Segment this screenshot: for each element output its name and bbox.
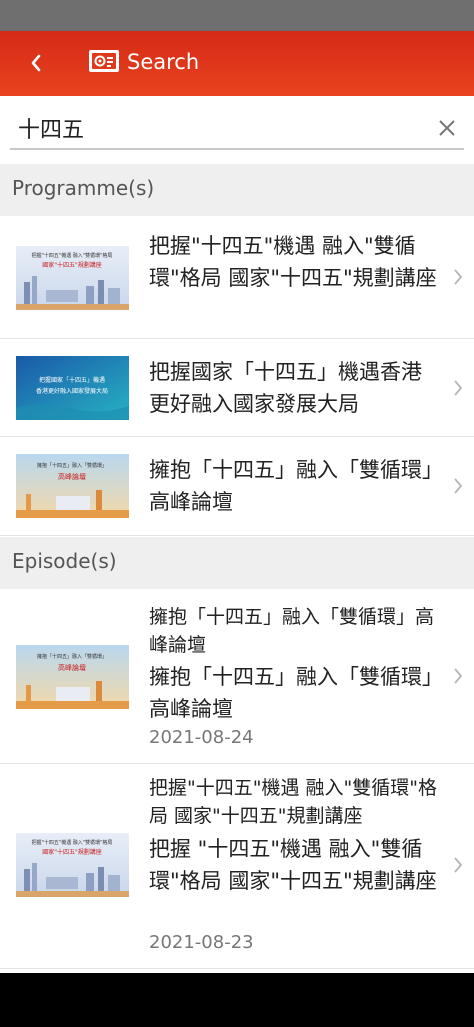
section-label: Episode(s) [12,549,117,573]
thumb-text: 把握國家「十四五」機遇 [39,376,105,384]
section-label: Programme(s) [12,176,155,200]
close-icon[interactable] [434,115,460,141]
chevron-right-icon [454,857,463,873]
thumb-text: 把握"十四五"機遇 融入"雙循環"格局 [32,839,113,846]
tv-logo-icon [89,50,119,72]
app-bar: Search [0,31,474,96]
program-title: 擁抱「十四五」融入「雙循環」高峰論壇 [149,458,433,514]
episode-thumbnail: 擁抱「十四五」融入「雙循環」 高峰論壇 [16,645,129,709]
section-header-programmes: Programme(s) [0,164,474,216]
thumb-text: 國家"十四五"規劃講座 [42,261,102,269]
program-thumbnail: 把握"十四五"機遇 融入"雙循環"格局 國家"十四五"規劃講座 [16,246,129,310]
thumb-text: 國家"十四五"規劃講座 [42,848,102,856]
thumb-text: 擁抱「十四五」融入「雙循環」 [37,462,107,469]
status-bar [0,0,474,31]
program-thumbnail: 擁抱「十四五」融入「雙循環」 高峰論壇 [16,454,129,518]
program-title: 把握"十四五"機遇 融入"雙循環"格局 國家"十四五"規劃講座 [149,234,437,290]
search-input[interactable] [18,112,418,144]
episode-program-name: 把握"十四五"機遇 融入"雙循環"格局 國家"十四五"規劃講座 [149,777,437,827]
chevron-right-icon [454,478,463,494]
thumb-text: 高峰論壇 [58,472,86,481]
program-title: 把握國家「十四五」機遇香港更好融入國家發展大局 [149,360,422,416]
episode-date: 2021-08-24 [149,727,254,748]
list-item[interactable]: 擁抱「十四五」融入「雙循環」 高峰論壇 擁抱「十四五」融入「雙循環」高峰論壇 擁… [0,589,474,764]
list-item[interactable]: 擁抱「十四五」融入「雙循環」 高峰論壇 擁抱「十四五」融入「雙循環」高峰論壇 [0,437,474,536]
chevron-right-icon [454,380,463,396]
episode-title: 把握 "十四五"機遇 融入"雙循環"格局 國家"十四五"規劃講座 [149,837,437,893]
back-button[interactable] [18,45,54,81]
page-title: Search [127,50,200,74]
episode-title: 擁抱「十四五」融入「雙循環」高峰論壇 [149,665,433,721]
list-item[interactable]: 把握"十四五"機遇 融入"雙循環"格局 國家"十四五"規劃講座 把握"十四五"機… [0,216,474,339]
episode-date: 2021-08-23 [149,932,254,953]
chevron-right-icon [454,668,463,684]
list-item[interactable]: 把握國家「十四五」機遇 香港更好融入國家發展大局 把握國家「十四五」機遇香港更好… [0,339,474,437]
system-navigation-bar [0,973,474,1027]
search-bar [10,106,464,150]
chevron-left-icon [31,54,41,72]
episode-program-name: 擁抱「十四五」融入「雙循環」高峰論壇 [149,606,435,656]
program-thumbnail: 把握國家「十四五」機遇 香港更好融入國家發展大局 [16,356,129,420]
thumb-text: 把握"十四五"機遇 融入"雙循環"格局 [32,252,113,259]
chevron-right-icon [454,269,463,285]
list-item[interactable]: 把握"十四五"機遇 融入"雙循環"格局 國家"十四五"規劃講座 把握"十四五"機… [0,764,474,969]
episode-thumbnail: 把握"十四五"機遇 融入"雙循環"格局 國家"十四五"規劃講座 [16,833,129,897]
thumb-text: 香港更好融入國家發展大局 [36,387,108,395]
thumb-text: 擁抱「十四五」融入「雙循環」 [37,653,107,660]
thumb-text: 高峰論壇 [58,663,86,672]
section-header-episodes: Episode(s) [0,537,474,589]
